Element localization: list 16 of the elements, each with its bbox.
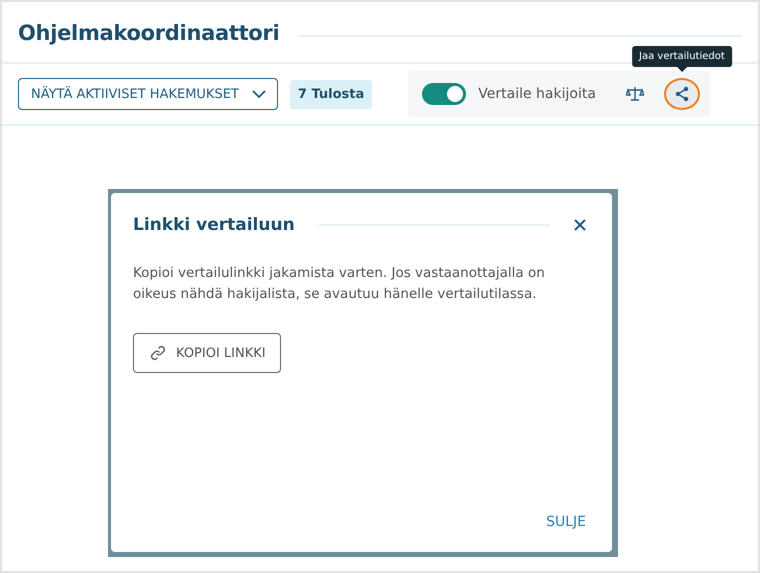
close-button[interactable]: SULJE bbox=[546, 514, 586, 530]
share-icon bbox=[674, 86, 690, 102]
result-count-badge: 7 Tulosta bbox=[290, 80, 372, 108]
scale-icon[interactable] bbox=[626, 86, 644, 102]
compare-label: Vertaile hakijoita bbox=[478, 86, 596, 102]
close-icon[interactable] bbox=[574, 219, 586, 231]
share-button[interactable] bbox=[664, 78, 700, 110]
dialog-title: Linkki vertailuun bbox=[133, 215, 295, 235]
dialog-message: Kopioi vertailulinkki jakamista varten. Jos vastaanottajalla on oikeus nähdä hakijalista, se avautuu hänelle vertailutilassa. bbox=[133, 264, 546, 304]
filter-dropdown[interactable]: NÄYTÄ AKTIIVISET HAKEMUKSET bbox=[18, 78, 278, 110]
copy-link-button[interactable]: KOPIOI LINKKI bbox=[133, 333, 281, 373]
compare-toggle[interactable] bbox=[422, 83, 466, 105]
chevron-down-icon bbox=[250, 89, 267, 99]
page-title: Ohjelmakoordinaattori bbox=[18, 21, 280, 45]
link-icon bbox=[150, 345, 166, 361]
tooltip: Jaa vertailutiedot bbox=[632, 46, 732, 72]
